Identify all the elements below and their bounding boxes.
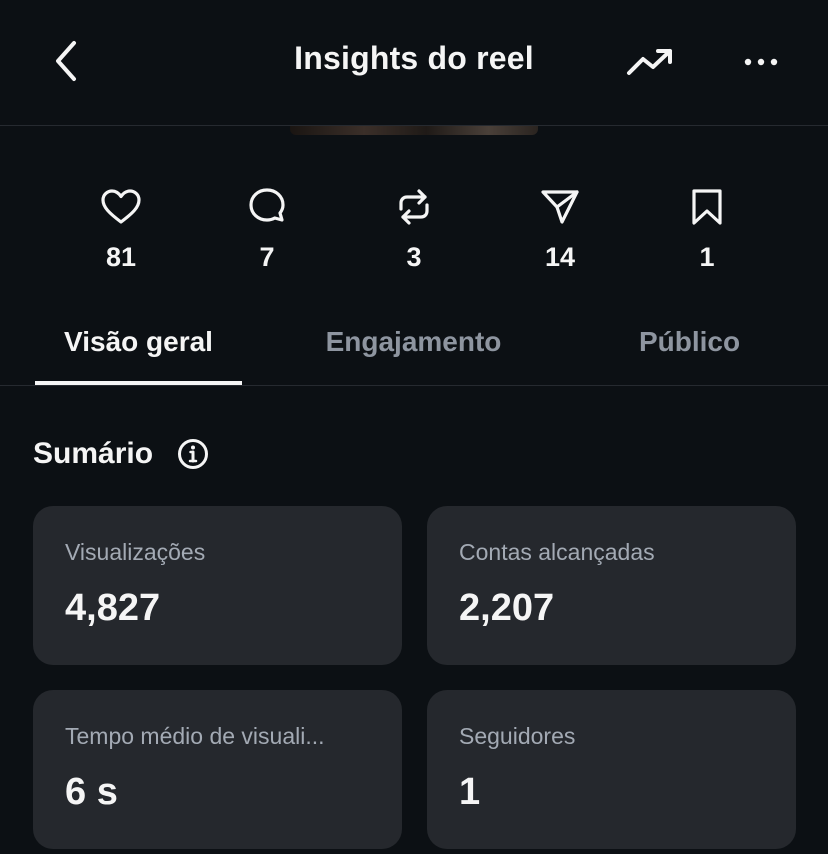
heart-icon (101, 189, 141, 224)
avg-watch-time-label: Tempo médio de visuali... (65, 723, 325, 749)
likes-metric[interactable]: 81 (66, 186, 176, 282)
likes-count: 81 (105, 242, 137, 272)
comments-metric[interactable]: 7 (212, 186, 322, 282)
info-icon (178, 439, 208, 469)
avg-watch-time-value: 6 s (65, 771, 118, 813)
reposts-metric[interactable]: 3 (359, 186, 469, 282)
chevron-left-icon (56, 41, 76, 81)
saves-metric[interactable]: 1 (652, 186, 762, 282)
saves-count: 1 (699, 242, 715, 272)
top-bar: Insights do reel (0, 0, 828, 126)
more-options-button[interactable] (738, 40, 784, 84)
views-label: Visualizações (65, 539, 206, 565)
followers-card[interactable]: Seguidores 1 (427, 690, 796, 849)
share-icon (541, 190, 579, 224)
reposts-count: 3 (406, 242, 422, 272)
comment-icon (249, 188, 285, 222)
comments-count: 7 (259, 242, 275, 272)
reel-insights-screen: Insights do reel 81 7 3 14 1 Visão geral… (0, 0, 828, 854)
bookmark-icon (692, 189, 722, 225)
back-button[interactable] (44, 38, 90, 84)
active-tab-indicator (35, 381, 242, 385)
views-card[interactable]: Visualizações 4,827 (33, 506, 402, 665)
accounts-reached-label: Contas alcançadas (459, 539, 655, 565)
views-value: 4,827 (65, 587, 161, 629)
summary-heading: Sumário (33, 437, 154, 470)
accounts-reached-card[interactable]: Contas alcançadas 2,207 (427, 506, 796, 665)
more-horizontal-icon (744, 58, 778, 66)
summary-info-button[interactable] (176, 437, 210, 471)
followers-value: 1 (459, 771, 481, 813)
tab-engagement[interactable]: Engajamento (310, 312, 517, 385)
reel-thumbnail (290, 126, 538, 135)
trends-button[interactable] (622, 40, 678, 84)
accounts-reached-value: 2,207 (459, 587, 555, 629)
tab-overview[interactable]: Visão geral (35, 312, 242, 385)
page-title: Insights do reel (294, 40, 534, 76)
insights-tabs: Visão geral Engajamento Público (0, 312, 828, 386)
trending-up-icon (627, 49, 672, 75)
followers-label: Seguidores (459, 723, 576, 749)
shares-count: 14 (544, 242, 576, 272)
repost-icon (399, 189, 429, 225)
avg-watch-time-card[interactable]: Tempo médio de visuali... 6 s (33, 690, 402, 849)
shares-metric[interactable]: 14 (505, 186, 615, 282)
tab-audience[interactable]: Público (586, 312, 793, 385)
